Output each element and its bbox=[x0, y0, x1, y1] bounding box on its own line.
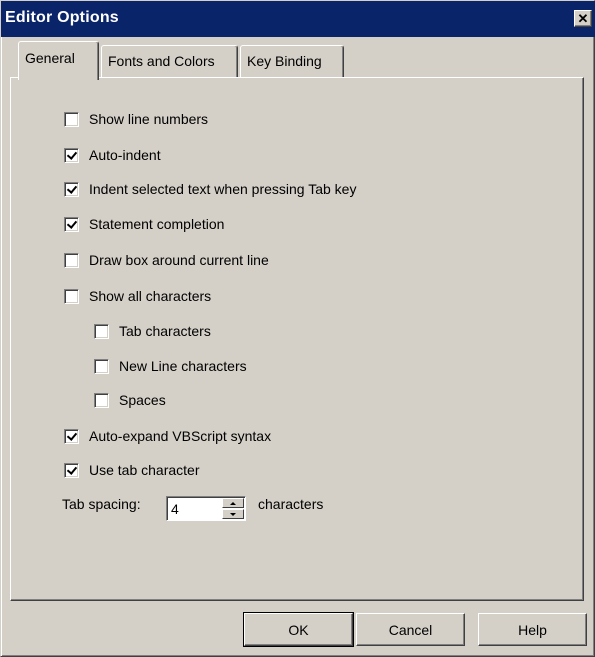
option-indent-selected-text[interactable]: Indent selected text when pressing Tab k… bbox=[64, 179, 356, 199]
help-button[interactable]: Help bbox=[478, 613, 587, 646]
window-title: Editor Options bbox=[5, 9, 119, 26]
tab-spacing-unit-label: characters bbox=[258, 496, 324, 512]
tab-key-binding[interactable]: Key Binding bbox=[240, 45, 344, 78]
option-tab-characters[interactable]: Tab characters bbox=[94, 321, 211, 341]
option-label: Auto-expand VBScript syntax bbox=[89, 428, 272, 444]
checkbox[interactable] bbox=[94, 392, 109, 408]
tab-fonts-and-colors-label: Fonts and Colors bbox=[108, 53, 215, 69]
option-label: Statement completion bbox=[89, 216, 225, 232]
spin-up-button[interactable] bbox=[222, 498, 244, 508]
option-new-line-characters[interactable]: New Line characters bbox=[94, 356, 247, 376]
option-label: Spaces bbox=[119, 392, 166, 408]
option-label: Draw box around current line bbox=[89, 252, 269, 268]
close-icon: ✕ bbox=[577, 11, 589, 26]
checkbox[interactable] bbox=[64, 181, 79, 197]
checkbox[interactable] bbox=[64, 252, 79, 268]
option-label: Show line numbers bbox=[89, 111, 209, 127]
close-button[interactable]: ✕ bbox=[574, 10, 592, 27]
checkbox[interactable] bbox=[94, 323, 109, 339]
option-auto-indent[interactable]: Auto-indent bbox=[64, 145, 161, 165]
option-statement-completion[interactable]: Statement completion bbox=[64, 214, 224, 234]
tab-general[interactable]: General bbox=[18, 41, 99, 80]
spinner-buttons bbox=[222, 498, 244, 519]
tab-fonts-and-colors[interactable]: Fonts and Colors bbox=[101, 45, 238, 78]
checkbox[interactable] bbox=[64, 462, 79, 478]
option-label: Tab characters bbox=[119, 323, 211, 339]
arrow-down-icon bbox=[230, 512, 236, 516]
option-draw-box-around-current-line[interactable]: Draw box around current line bbox=[64, 250, 269, 270]
option-label: New Line characters bbox=[119, 358, 247, 374]
checkbox[interactable] bbox=[64, 147, 79, 163]
option-use-tab-character[interactable]: Use tab character bbox=[64, 460, 200, 480]
option-show-all-characters[interactable]: Show all characters bbox=[64, 286, 211, 306]
option-label: Show all characters bbox=[89, 288, 212, 304]
tab-spacing-spinner[interactable] bbox=[166, 496, 246, 521]
checkbox[interactable] bbox=[64, 428, 79, 444]
editor-options-dialog: Editor Options ✕ General Fonts and Color… bbox=[0, 0, 595, 657]
option-spaces[interactable]: Spaces bbox=[94, 390, 166, 410]
ok-button[interactable]: OK bbox=[244, 613, 353, 646]
tab-spacing-label: Tab spacing: bbox=[62, 496, 141, 512]
checkbox[interactable] bbox=[64, 216, 79, 232]
arrow-up-icon bbox=[230, 501, 236, 505]
option-label: Indent selected text when pressing Tab k… bbox=[89, 181, 357, 197]
option-label: Use tab character bbox=[89, 462, 200, 478]
option-auto-expand-vbscript-syntax[interactable]: Auto-expand VBScript syntax bbox=[64, 426, 271, 446]
checkbox[interactable] bbox=[94, 358, 109, 374]
tab-general-label: General bbox=[25, 50, 75, 66]
option-label: Auto-indent bbox=[89, 147, 161, 163]
cancel-button[interactable]: Cancel bbox=[356, 613, 465, 646]
tab-spacing-input[interactable] bbox=[171, 500, 219, 518]
checkbox[interactable] bbox=[64, 111, 79, 127]
title-bar[interactable]: Editor Options ✕ bbox=[1, 1, 595, 37]
tab-key-binding-label: Key Binding bbox=[247, 53, 322, 69]
checkbox[interactable] bbox=[64, 288, 79, 304]
spin-down-button[interactable] bbox=[222, 509, 244, 519]
option-show-line-numbers[interactable]: Show line numbers bbox=[64, 109, 208, 129]
